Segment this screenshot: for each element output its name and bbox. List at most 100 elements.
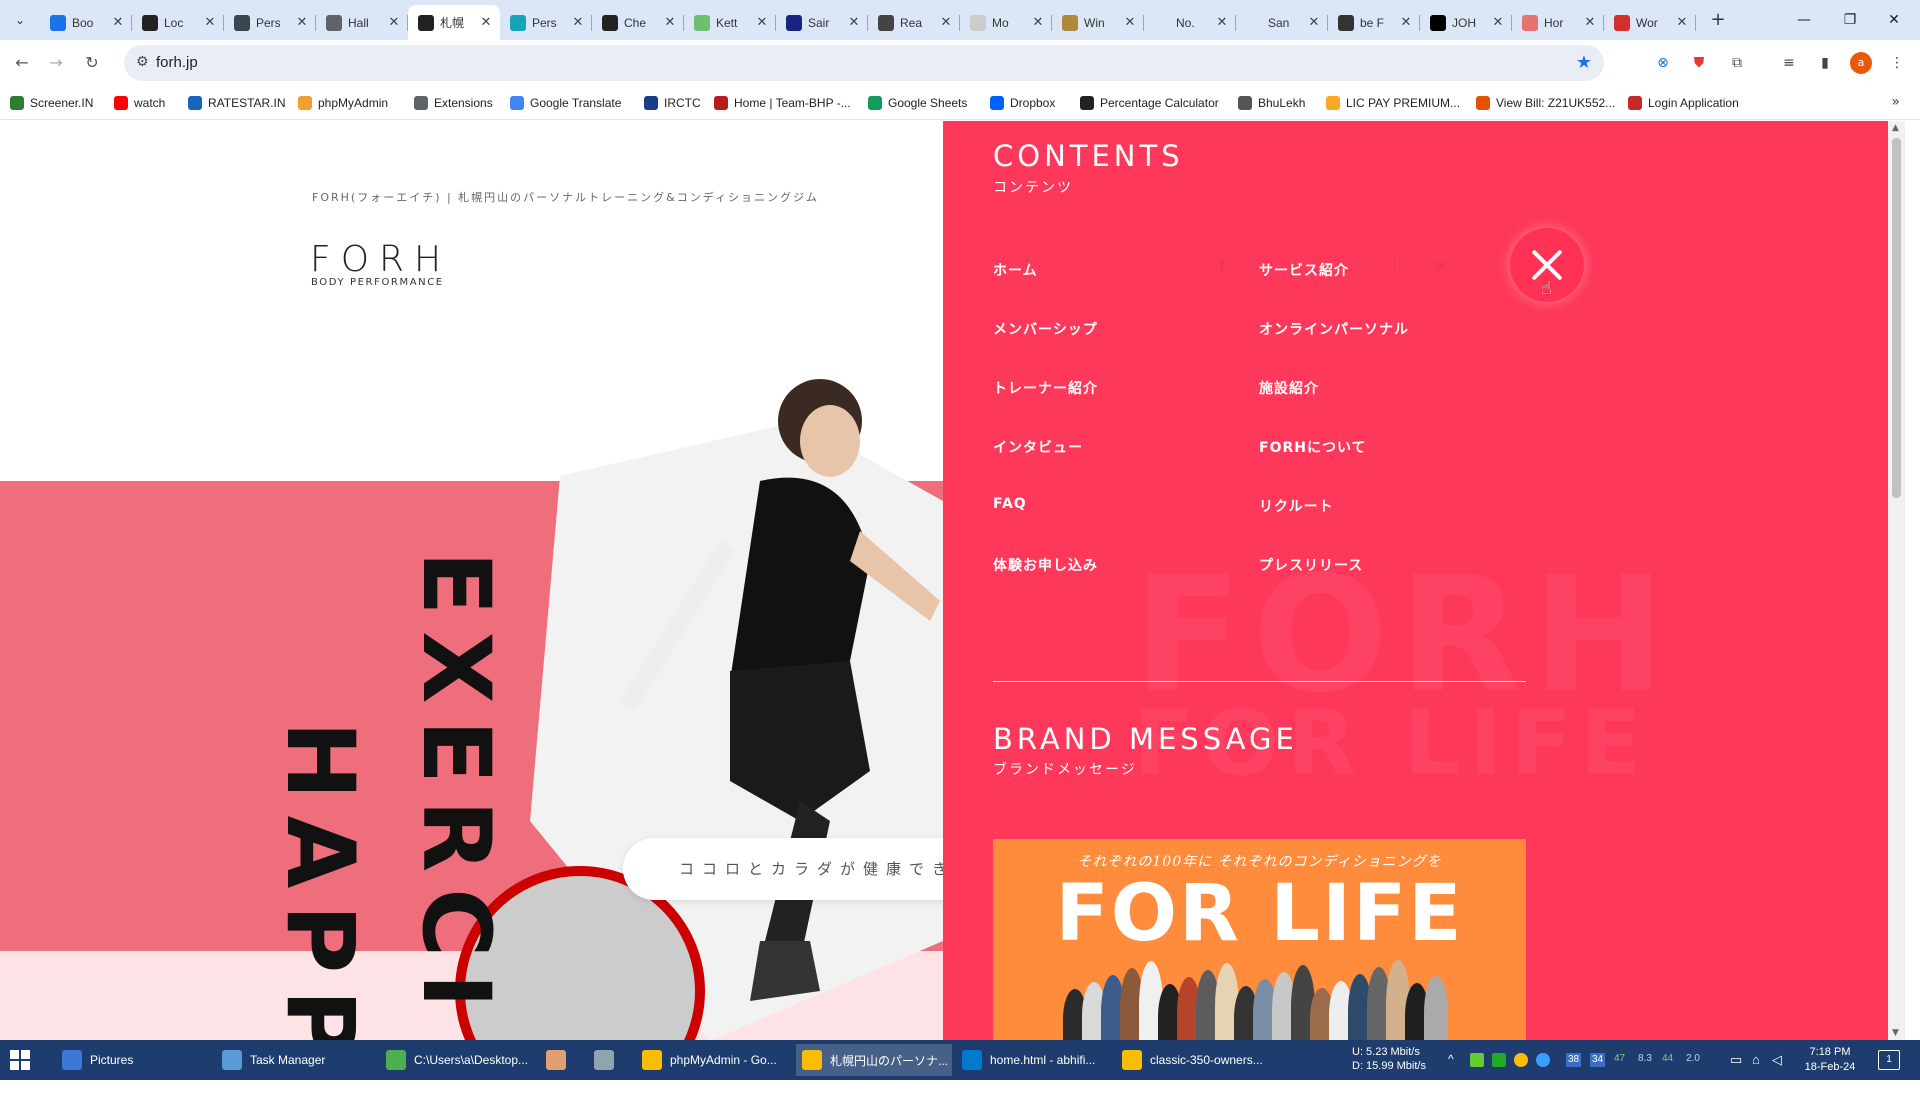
tray-volume-icon[interactable]: ◁ (1772, 1052, 1782, 1092)
menu-link[interactable]: 施設紹介 (1259, 378, 1319, 398)
browser-tab[interactable]: No. ✕ (1144, 5, 1236, 40)
tab-close-icon[interactable]: ✕ (1214, 15, 1230, 30)
menu-link[interactable]: FAQ (993, 496, 1027, 512)
tray-search-icon[interactable] (1514, 1053, 1528, 1067)
notifications-icon[interactable]: 1 (1878, 1050, 1900, 1070)
taskbar-app[interactable]: phpMyAdmin - Go... (636, 1044, 792, 1076)
browser-tab[interactable]: Sair ✕ (776, 5, 868, 40)
scroll-up-icon[interactable]: ▲ (1892, 123, 1899, 133)
browser-tab[interactable]: Loc ✕ (132, 5, 224, 40)
browser-tab[interactable]: Win ✕ (1052, 5, 1144, 40)
side-panel-icon[interactable]: ▮ (1814, 52, 1836, 74)
menu-link[interactable]: リクルート (1259, 496, 1334, 516)
bookmark-star-icon[interactable]: ★ (1576, 52, 1592, 73)
site-logo[interactable]: FORH (310, 239, 451, 280)
mail-icon[interactable]: ✉ (1432, 257, 1450, 275)
bookmark-item[interactable]: Dropbox (990, 94, 1055, 112)
tab-close-icon[interactable]: ✕ (938, 15, 954, 30)
tab-close-icon[interactable]: ✕ (386, 15, 402, 30)
taskbar-app[interactable]: C:\Users\a\Desktop... (380, 1044, 536, 1076)
shield-extension-icon[interactable]: ⛊ (1688, 52, 1710, 74)
bookmark-item[interactable]: RATESTAR.IN (188, 94, 286, 112)
tab-close-icon[interactable]: ✕ (1674, 15, 1690, 30)
bookmark-item[interactable]: Home | Team-BHP -... (714, 94, 851, 112)
taskbar-app[interactable]: classic-350-owners... (1116, 1044, 1272, 1076)
tab-close-icon[interactable]: ✕ (294, 15, 310, 30)
scroll-down-icon[interactable]: ▼ (1892, 1028, 1899, 1038)
bookmark-item[interactable]: phpMyAdmin (298, 94, 388, 112)
forward-arrow-icon[interactable]: → (44, 51, 68, 75)
bookmark-item[interactable]: Google Translate (510, 94, 621, 112)
browser-tab[interactable]: Kett ✕ (684, 5, 776, 40)
tab-close-icon[interactable]: ✕ (1030, 15, 1046, 30)
browser-tab[interactable]: Boo ✕ (40, 5, 132, 40)
browser-tab[interactable]: Hor ✕ (1512, 5, 1604, 40)
tab-close-icon[interactable]: ✕ (1122, 15, 1138, 30)
menu-link[interactable]: ホーム (993, 260, 1038, 280)
tab-close-icon[interactable]: ✕ (1582, 15, 1598, 30)
bookmark-item[interactable]: BhuLekh (1238, 94, 1305, 112)
menu-link[interactable]: プレスリリース (1259, 555, 1363, 575)
browser-tab[interactable]: Hall ✕ (316, 5, 408, 40)
close-window-icon[interactable]: ✕ (1866, 0, 1920, 40)
bookmark-item[interactable]: Percentage Calculator (1080, 94, 1219, 112)
menu-link[interactable]: オンラインパーソナル (1259, 319, 1409, 339)
browser-tab[interactable]: Pers ✕ (500, 5, 592, 40)
taskbar-app[interactable]: Task Manager (216, 1044, 376, 1076)
bookmark-item[interactable]: Google Sheets (868, 94, 967, 112)
bookmark-item[interactable]: Login Application (1628, 94, 1739, 112)
browser-tab[interactable]: Rea ✕ (868, 5, 960, 40)
tray-chevron-icon[interactable]: ^ (1448, 1052, 1454, 1092)
media-control-icon[interactable]: ≡ (1778, 52, 1800, 74)
extension-icon[interactable]: ⊗ (1652, 52, 1674, 74)
tray-globe-icon[interactable] (1536, 1053, 1550, 1067)
tab-close-icon[interactable]: ✕ (1306, 15, 1322, 30)
tab-close-icon[interactable]: ✕ (570, 15, 586, 30)
tab-close-icon[interactable]: ✕ (202, 15, 218, 30)
tab-search-chevron-icon[interactable]: ⌄ (8, 8, 32, 32)
windows-start-icon[interactable] (10, 1050, 30, 1070)
address-url[interactable]: forh.jp (156, 54, 198, 71)
bookmark-item[interactable]: IRCTC (644, 94, 701, 112)
browser-tab[interactable]: Che ✕ (592, 5, 684, 40)
bookmark-item[interactable]: Extensions (414, 94, 493, 112)
menu-link[interactable]: メンバーシップ (993, 319, 1098, 339)
browser-tab[interactable]: San ✕ (1236, 5, 1328, 40)
taskbar-app[interactable]: 札幌円山のパーソナ... (796, 1044, 952, 1076)
tray-app-icon[interactable] (1470, 1053, 1484, 1067)
taskbar-app[interactable] (588, 1044, 632, 1076)
tab-close-icon[interactable]: ✕ (662, 15, 678, 30)
for-life-banner[interactable]: それぞれの100年に それぞれのコンディショニングを FOR LIFE (993, 839, 1526, 1040)
menu-link[interactable]: FORHについて (1259, 437, 1367, 457)
reload-icon[interactable]: ↻ (80, 51, 104, 75)
bookmarks-overflow-icon[interactable]: » (1891, 94, 1900, 110)
tab-close-icon[interactable]: ✕ (754, 15, 770, 30)
tab-close-icon[interactable]: ✕ (110, 15, 126, 30)
puzzle-extensions-icon[interactable]: ⧉ (1726, 52, 1748, 74)
menu-link[interactable]: 体験お申し込み (993, 555, 1098, 575)
facebook-icon[interactable]: f (1213, 257, 1231, 275)
bookmark-item[interactable]: watch (114, 94, 165, 112)
bookmark-item[interactable]: LIC PAY PREMIUM... (1326, 94, 1460, 112)
taskbar-app[interactable] (540, 1044, 584, 1076)
browser-tab[interactable]: Pers ✕ (224, 5, 316, 40)
tab-close-icon[interactable]: ✕ (846, 15, 862, 30)
tab-close-icon[interactable]: ✕ (478, 15, 494, 30)
tray-network-icon[interactable]: ⌂ (1752, 1052, 1760, 1092)
browser-tab[interactable]: be F ✕ (1328, 5, 1420, 40)
tray-wifi-icon[interactable]: ▭ (1730, 1052, 1742, 1092)
browser-tab[interactable]: 札幌 ✕ (408, 5, 500, 40)
tray-app-icon[interactable] (1492, 1053, 1506, 1067)
menu-link[interactable]: トレーナー紹介 (993, 378, 1098, 398)
tray-clock[interactable]: 7:18 PM 18-Feb-24 (1798, 1045, 1862, 1085)
site-info-icon[interactable]: ⚙ (136, 54, 149, 70)
bookmark-item[interactable]: Screener.IN (10, 94, 93, 112)
browser-tab[interactable]: Wor ✕ (1604, 5, 1696, 40)
page-scrollbar[interactable]: ▲ ▼ (1888, 121, 1905, 1040)
address-bar[interactable]: ⚙ forh.jp ★ (124, 45, 1604, 81)
browser-tab[interactable]: Mo ✕ (960, 5, 1052, 40)
taskbar-app[interactable]: home.html - abhifi... (956, 1044, 1112, 1076)
tab-close-icon[interactable]: ✕ (1398, 15, 1414, 30)
menu-dots-icon[interactable]: ⋮ (1886, 52, 1908, 74)
profile-avatar[interactable]: a (1850, 52, 1872, 74)
